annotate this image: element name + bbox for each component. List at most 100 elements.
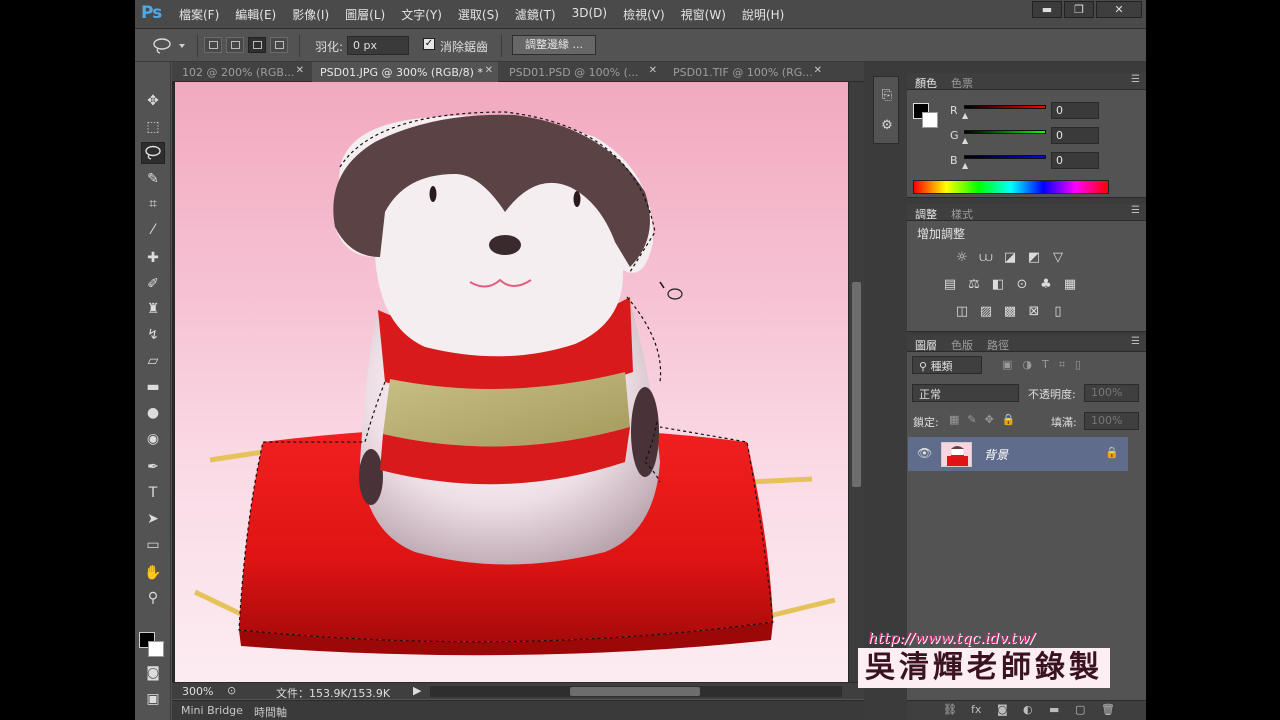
threshold-icon[interactable]: ▩ xyxy=(1001,303,1019,321)
menu-help[interactable]: 說明(H) xyxy=(742,6,784,23)
menu-view[interactable]: 檢視(V) xyxy=(623,6,665,23)
green-value-input[interactable]: 0 xyxy=(1051,127,1099,144)
eye-icon[interactable]: 👁 xyxy=(917,446,932,460)
add-selection-mode-button[interactable] xyxy=(226,37,244,53)
background-color-swatch[interactable] xyxy=(148,641,164,657)
share-icon[interactable]: ⊙ xyxy=(227,684,236,697)
layer-filter-kind-select[interactable]: ⚲ 種類 xyxy=(912,356,982,374)
tab-timeline[interactable]: 時間軸 xyxy=(254,704,287,720)
panel-menu-icon[interactable]: ☰ xyxy=(1131,336,1140,347)
close-icon[interactable]: ✕ xyxy=(485,65,493,76)
subtract-selection-mode-button[interactable] xyxy=(248,37,266,53)
history-panel-icon[interactable]: ⎘ xyxy=(878,87,896,105)
crop-tool-icon[interactable]: ⌗ xyxy=(141,193,165,215)
tab-102[interactable]: 102 @ 200% (RGB... ✕ xyxy=(174,62,309,82)
panel-menu-icon[interactable]: ☰ xyxy=(1131,74,1140,85)
layer-row-background[interactable]: 👁 背景 🔒 xyxy=(908,437,1128,471)
lock-icons[interactable]: ▦✎✥🔒 xyxy=(949,413,1024,426)
layer-filter-icons[interactable]: ▣◑T⌗▯ xyxy=(1002,358,1091,372)
new-selection-mode-button[interactable] xyxy=(204,37,222,53)
add-mask-icon[interactable]: ◙ xyxy=(997,703,1008,716)
zoom-tool-icon[interactable]: ⚲ xyxy=(141,587,165,609)
delete-layer-icon[interactable]: 🗑 xyxy=(1101,703,1115,716)
invert-icon[interactable]: ◫ xyxy=(953,303,971,321)
restore-button[interactable]: ❐ xyxy=(1064,1,1094,18)
zoom-level[interactable]: 300% xyxy=(182,685,213,698)
red-slider[interactable] xyxy=(964,105,1046,109)
blue-slider-thumb[interactable]: ▲ xyxy=(962,161,968,170)
fx-icon[interactable]: fx xyxy=(971,703,981,716)
tab-psd01-psd[interactable]: PSD01.PSD @ 100% (... ✕ xyxy=(501,62,662,82)
quick-mask-icon[interactable]: ◙ xyxy=(141,662,165,684)
levels-icon[interactable]: ⩊ xyxy=(977,249,995,267)
black-white-icon[interactable]: ◧ xyxy=(989,276,1007,294)
gradient-tool-icon[interactable]: ▬ xyxy=(141,376,165,398)
menu-file[interactable]: 檔案(F) xyxy=(179,6,219,23)
history-brush-tool-icon[interactable]: ↯ xyxy=(141,324,165,346)
close-icon[interactable]: ✕ xyxy=(649,65,657,76)
green-slider-thumb[interactable]: ▲ xyxy=(962,136,968,145)
vertical-scrollbar-thumb[interactable] xyxy=(852,282,861,487)
horizontal-scrollbar[interactable] xyxy=(430,686,842,697)
screen-mode-icon[interactable]: ▣ xyxy=(141,688,165,710)
pen-tool-icon[interactable]: ✒ xyxy=(141,456,165,478)
new-group-icon[interactable]: ▬ xyxy=(1049,703,1059,716)
lasso-tool-icon[interactable] xyxy=(141,142,165,164)
menu-edit[interactable]: 編輯(E) xyxy=(235,6,276,23)
curves-icon[interactable]: ◪ xyxy=(1001,249,1019,267)
blue-slider[interactable] xyxy=(964,155,1046,159)
tab-color[interactable]: 顏色 xyxy=(915,75,937,91)
color-lookup-icon[interactable]: ▦ xyxy=(1061,276,1079,294)
tab-styles[interactable]: 樣式 xyxy=(951,206,973,222)
panel-menu-icon[interactable]: ☰ xyxy=(1131,205,1140,216)
clone-stamp-tool-icon[interactable]: ♜ xyxy=(141,298,165,320)
tab-swatches[interactable]: 色票 xyxy=(951,75,973,91)
opacity-input[interactable]: 100% xyxy=(1084,384,1139,402)
gradient-map-icon[interactable]: ▯ xyxy=(1049,303,1067,321)
tab-psd01-jpg[interactable]: PSD01.JPG @ 300% (RGB/8) * ✕ xyxy=(312,62,498,82)
posterize-icon[interactable]: ▨ xyxy=(977,303,995,321)
quick-selection-tool-icon[interactable]: ✎ xyxy=(141,168,165,190)
vertical-scrollbar[interactable] xyxy=(849,82,864,682)
tab-paths[interactable]: 路徑 xyxy=(987,337,1009,353)
menu-3d[interactable]: 3D(D) xyxy=(572,6,607,23)
photo-filter-icon[interactable]: ⊙ xyxy=(1013,276,1031,294)
eyedropper-tool-icon[interactable]: ⁄ xyxy=(141,219,165,241)
hue-saturation-icon[interactable]: ▤ xyxy=(941,276,959,294)
tab-adjustments[interactable]: 調整 xyxy=(915,206,937,222)
type-tool-icon[interactable]: T xyxy=(141,482,165,504)
tab-channels[interactable]: 色版 xyxy=(951,337,973,353)
menu-filter[interactable]: 濾鏡(T) xyxy=(515,6,556,23)
tab-mini-bridge[interactable]: Mini Bridge xyxy=(181,704,243,717)
blue-value-input[interactable]: 0 xyxy=(1051,152,1099,169)
play-icon[interactable]: ▶ xyxy=(413,684,421,697)
refine-edge-button[interactable]: 調整邊緣 ... xyxy=(512,35,596,55)
background-color-swatch[interactable] xyxy=(922,112,938,128)
link-layers-icon[interactable]: ⛓ xyxy=(943,703,957,716)
close-icon[interactable]: ✕ xyxy=(296,65,304,76)
blend-mode-select[interactable]: 正常 xyxy=(912,384,1019,402)
menu-image[interactable]: 影像(I) xyxy=(292,6,329,23)
close-icon[interactable]: ✕ xyxy=(814,65,822,76)
healing-brush-tool-icon[interactable]: ✚ xyxy=(141,247,165,269)
red-slider-thumb[interactable]: ▲ xyxy=(962,111,968,120)
menu-type[interactable]: 文字(Y) xyxy=(401,6,442,23)
horizontal-scrollbar-thumb[interactable] xyxy=(570,687,700,696)
new-layer-icon[interactable]: ▢ xyxy=(1075,703,1085,716)
new-adjustment-layer-icon[interactable]: ◐ xyxy=(1023,703,1033,716)
properties-panel-icon[interactable]: ⚙ xyxy=(878,117,896,135)
menu-select[interactable]: 選取(S) xyxy=(458,6,499,23)
layer-name[interactable]: 背景 xyxy=(984,446,1008,463)
channel-mixer-icon[interactable]: ♣ xyxy=(1037,276,1055,294)
color-spectrum[interactable] xyxy=(913,180,1109,194)
intersect-selection-mode-button[interactable] xyxy=(270,37,288,53)
eraser-tool-icon[interactable]: ▱ xyxy=(141,350,165,372)
green-slider[interactable] xyxy=(964,130,1046,134)
vibrance-icon[interactable]: ▽ xyxy=(1049,249,1067,267)
tab-psd01-tif[interactable]: PSD01.TIF @ 100% (RG... ✕ xyxy=(665,62,827,82)
red-value-input[interactable]: 0 xyxy=(1051,102,1099,119)
exposure-icon[interactable]: ◩ xyxy=(1025,249,1043,267)
blur-tool-icon[interactable]: ● xyxy=(141,402,165,424)
fill-input[interactable]: 100% xyxy=(1084,412,1139,430)
feather-input[interactable]: 0 px xyxy=(347,36,409,55)
